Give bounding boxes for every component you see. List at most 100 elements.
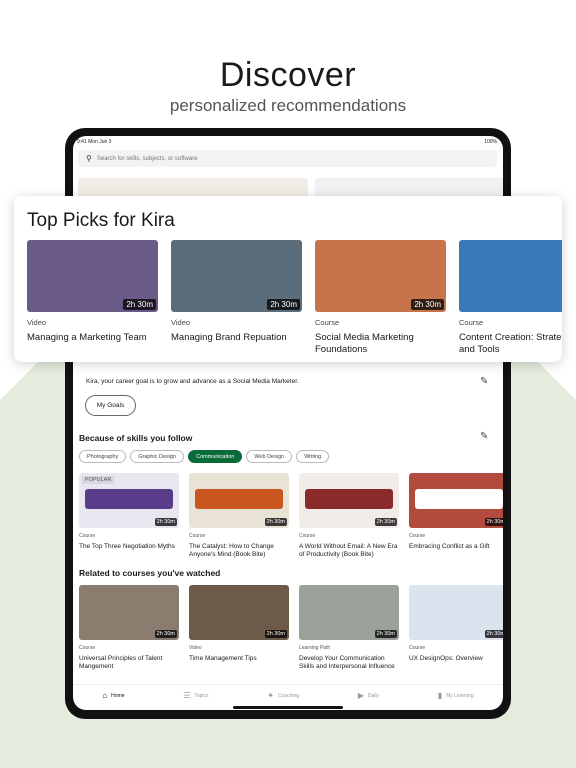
course-card[interactable]: 2h 30m Video Managing Brand Repuation	[171, 240, 302, 356]
duration-badge: 2h 30m	[264, 630, 287, 638]
hero-title: Discover	[219, 56, 357, 94]
course-card[interactable]: 2h 30m Learning Path Develop Your Communic…	[299, 585, 399, 672]
course-card[interactable]: 2h 30m Video Managing a Marketing Team	[27, 240, 158, 356]
duration-badge: 2h 30m	[484, 630, 503, 638]
duration-badge: 2h 30m	[374, 518, 397, 526]
thumbnail-art	[85, 489, 173, 509]
course-thumbnail[interactable]: 2h 30m	[315, 240, 446, 312]
course-title[interactable]: Embracing Conflict as a Gift	[409, 543, 503, 551]
skill-chip[interactable]: Writing	[296, 450, 330, 463]
skills-course-row: POPULAR 2h 30m Course The Top Three Negotia…	[79, 473, 503, 560]
course-title[interactable]: Universal Principles of Talent Mangement	[79, 655, 179, 672]
home-icon: ⌂	[102, 691, 108, 700]
course-thumbnail[interactable]: 2h 30m	[299, 473, 399, 528]
course-card[interactable]: 2h 30m Course Social Media Marketing Found…	[315, 240, 446, 356]
course-title[interactable]: The Top Three Negotiation Myths	[79, 543, 179, 551]
content-type: Learning Path	[299, 645, 331, 651]
course-thumbnail[interactable]: 2h 30m	[27, 240, 158, 312]
tab-label: Home	[111, 692, 125, 699]
top-picks-title: Top Picks for Kira	[27, 210, 175, 231]
home-indicator	[233, 706, 343, 709]
hero-subtitle: personalized recommendations	[169, 96, 407, 115]
tab-daily[interactable]: ▶ Daily	[358, 691, 379, 700]
status-battery: 100%	[484, 139, 497, 145]
content-type: Video	[189, 645, 202, 651]
course-thumbnail[interactable]: 2h 30m	[409, 585, 503, 640]
skills-section-title: Because of skills you follow	[79, 433, 193, 443]
duration-badge: 2h 30m	[267, 299, 300, 310]
career-goal-text: Kira, your career goal is to grow and ad…	[86, 378, 299, 385]
banner-card[interactable]	[315, 178, 503, 198]
play-icon: ▶	[357, 691, 364, 700]
course-card[interactable]: 2h 30m Course UX DesignOps: Overview	[409, 585, 503, 672]
popular-badge: POPULAR	[82, 476, 115, 484]
course-title[interactable]: Managing a Marketing Team	[27, 332, 158, 344]
sparkle-icon: ✦	[267, 691, 274, 700]
bookmark-icon: ▮	[437, 691, 443, 700]
duration-badge: 2h 30m	[123, 299, 156, 310]
course-card[interactable]: 2h 30m Course The Catalyst: How to Change …	[189, 473, 289, 560]
top-picks-card: Top Picks for Kira 2h 30m Video Managing a…	[14, 196, 562, 362]
course-thumbnail[interactable]: 2h 30m	[79, 585, 179, 640]
tab-label: Coaching	[277, 692, 300, 699]
course-title[interactable]: Develop Your Communication Skills and In…	[299, 655, 399, 672]
course-thumbnail[interactable]: 2h 30m	[189, 473, 289, 528]
list-icon: ☰	[183, 691, 191, 700]
course-thumbnail[interactable]: 2h 30m	[189, 585, 289, 640]
content-type: Video	[171, 318, 191, 327]
course-thumbnail[interactable]: 2h 30m	[171, 240, 302, 312]
search-input[interactable]: ⚲ Search for skills, subjects, or softwa…	[78, 150, 497, 167]
course-title[interactable]: The Catalyst: How to Change Anyone's Min…	[189, 543, 289, 560]
course-thumbnail[interactable]: 2h 30m	[409, 473, 503, 528]
content-type: Course	[315, 318, 340, 327]
duration-badge: 2h 30m	[374, 630, 397, 638]
my-goals-button[interactable]: My Goals	[85, 395, 136, 416]
duration-badge: 2h 30m	[411, 299, 444, 310]
skill-chips: Photography Graphic Design Communication We…	[79, 450, 330, 463]
course-thumbnail[interactable]: 2h 30m	[299, 585, 399, 640]
status-time: 9:41 Mon Jun 3	[77, 139, 112, 145]
course-card[interactable]: Course Content Creation: Strategies and T…	[459, 240, 562, 356]
course-title[interactable]: Content Creation: Strategies and Tools	[459, 332, 562, 356]
tab-topics[interactable]: ☰ Topics	[183, 691, 208, 700]
course-thumbnail[interactable]	[459, 240, 562, 312]
related-course-row: 2h 30m Course Universal Principles of Tale…	[79, 585, 503, 672]
edit-skills-icon[interactable]: ✎	[480, 431, 488, 442]
content-type: Course	[299, 533, 316, 539]
content-type: Course	[79, 645, 96, 651]
skill-chip[interactable]: Web Design	[246, 450, 293, 463]
tab-label: Daily	[367, 692, 380, 699]
tab-my-learning[interactable]: ▮ My Learning	[438, 691, 474, 700]
course-title[interactable]: Social Media Marketing Foundations	[315, 332, 446, 356]
course-card[interactable]: 2h 30m Video Time Management Tips	[189, 585, 289, 672]
course-card[interactable]: 2h 30m Course Universal Principles of Tale…	[79, 585, 179, 672]
course-title[interactable]: UX DesignOps: Overview	[409, 655, 503, 663]
duration-badge: 2h 30m	[154, 518, 177, 526]
content-type: Course	[409, 645, 426, 651]
skill-chip[interactable]: Graphic Design	[130, 450, 185, 463]
content-type: Course	[79, 533, 96, 539]
skill-chip[interactable]: Communication	[188, 450, 243, 463]
duration-badge: 2h 30m	[154, 630, 177, 638]
thumbnail-art	[195, 489, 283, 509]
content-type: Course	[409, 533, 426, 539]
course-card[interactable]: POPULAR 2h 30m Course The Top Three Negotia…	[79, 473, 179, 560]
tab-label: My Learning	[446, 692, 474, 699]
course-title[interactable]: Managing Brand Repuation	[171, 332, 302, 344]
search-icon: ⚲	[86, 154, 92, 163]
tab-coaching[interactable]: ✦ Coaching	[267, 691, 299, 700]
content-type: Course	[189, 533, 206, 539]
course-thumbnail[interactable]: POPULAR 2h 30m	[79, 473, 179, 528]
skill-chip[interactable]: Photography	[79, 450, 127, 463]
search-placeholder: Search for skills, subjects, or software	[96, 155, 198, 162]
content-type: Course	[459, 318, 484, 327]
course-title[interactable]: A World Without Email: A New Era of Prod…	[299, 543, 399, 560]
banner-card[interactable]	[78, 178, 308, 198]
edit-goal-icon[interactable]: ✎	[480, 376, 488, 387]
course-card[interactable]: 2h 30m Course Embracing Conflict as a Gift	[409, 473, 503, 560]
course-card[interactable]: 2h 30m Course A World Without Email: A New…	[299, 473, 399, 560]
course-title[interactable]: Time Management Tips	[189, 655, 289, 663]
duration-badge: 2h 30m	[264, 518, 287, 526]
tab-home[interactable]: ⌂ Home	[102, 691, 124, 700]
thumbnail-art	[305, 489, 393, 509]
